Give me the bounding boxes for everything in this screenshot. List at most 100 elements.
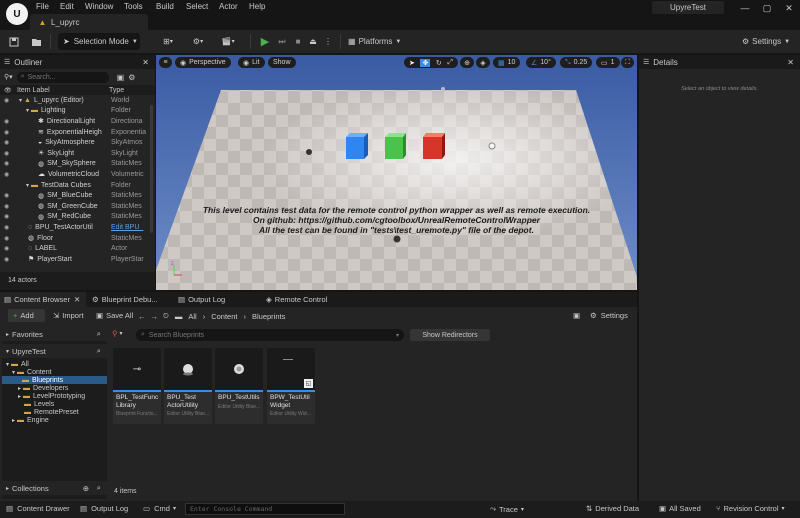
add-folder-icon[interactable]: ▣ [117,73,125,82]
add-button[interactable]: + Add [8,309,45,322]
blueprint-icon[interactable]: ⚙ ▾ [186,33,210,50]
maximize-icon[interactable]: ▢ [756,0,778,16]
eye-icon[interactable]: ◉ [4,256,9,263]
tree-row[interactable]: ◉ ◒ SkyAtmosphere SkyAtmos [0,137,152,148]
world-local-icon[interactable]: ⊕ [460,57,474,68]
tree-row[interactable]: ◉ ◍ SM_GreenCube StaticMes [0,201,152,212]
toolbar-settings-button[interactable]: ⚙ Settings ▼ [742,33,790,50]
tree-row[interactable]: ◉ ◌ LABEL Actor [0,243,152,254]
folder-item[interactable]: ▾ ▬ All [2,360,107,368]
details-tab[interactable]: ☰ Details ✕ [639,55,800,69]
tree-row[interactable]: ◉ ⚑ PlayerStart PlayerStar [0,254,152,265]
pin-icon[interactable]: ▣ [573,311,580,320]
menu-select[interactable]: Select [186,2,208,11]
console-input[interactable]: Enter Console Command [185,503,345,515]
folder-item[interactable]: ▾ ▬ Content [2,368,107,376]
tree-row[interactable]: ◉ ☀ SkyLight SkyLight [0,148,152,159]
level-tab[interactable]: ▲ L_upyrc [30,14,148,30]
rotate-tool-icon[interactable]: ↻ [436,59,442,67]
content-drawer-button[interactable]: ▤ Content Drawer [6,504,70,513]
search-icon[interactable]: ⌕ [97,329,101,339]
save-icon[interactable] [6,33,22,50]
menu-tools[interactable]: Tools [124,2,143,11]
search-icon[interactable]: ⌕ [97,483,101,493]
close-tab-icon[interactable]: ✕ [142,58,149,67]
eye-icon[interactable]: ◉ [4,203,9,210]
save-all-button[interactable]: ▣ Save All [96,311,133,320]
tree-row[interactable]: ◉ ◍ Floor StaticMes [0,233,152,244]
content-folder-icon[interactable] [28,33,44,50]
scale-snap-button[interactable]: ⤡ 0.25 [560,57,593,68]
eye-icon[interactable]: ◉ [4,129,9,136]
asset-tile[interactable]: ◱ BPW_TestUtil Widget Editor Utility Wid… [267,348,315,424]
asset-tile[interactable]: BPU_TestUtils Editor Utility Blue... [215,348,263,424]
menu-edit[interactable]: Edit [60,2,74,11]
trace-button[interactable]: ⤳ Trace ▾ [490,504,524,514]
cmd-dropdown[interactable]: ▭ Cmd ▾ [143,504,176,513]
perspective-button[interactable]: ◉ Perspective [175,57,231,68]
collections-header[interactable]: ▸ Collections ⊕ ⌕ [2,481,107,495]
asset-filter-button[interactable]: ⚲ ▾ [112,329,123,338]
revision-control-button[interactable]: ⑂ Revision Control ▾ [716,504,785,513]
search-icon[interactable]: ⌕ [97,346,101,356]
tree-row[interactable]: ◉ ≋ ExponentialHeigh Exponentia [0,127,152,138]
tree-row[interactable]: ◉ ▾ ▲ L_upyrc (Editor) World [0,95,152,106]
derived-data-button[interactable]: ⇅ Derived Data [586,504,639,513]
viewport-scene[interactable]: z [156,55,637,290]
green-cube[interactable] [385,133,406,159]
folder-item-selected[interactable]: ▬ Blueprints [2,376,107,384]
close-tab-icon[interactable]: ✕ [787,58,794,67]
output-log-button[interactable]: ▤ Output Log [80,504,128,513]
folder-item[interactable]: ▸ ▬ Engine [2,416,107,424]
play-icon[interactable]: ▶ [258,33,272,50]
eye-icon[interactable]: ◉ [4,118,9,125]
tab-content-browser[interactable]: ▤ Content Browser ✕ [0,292,86,307]
back-icon[interactable]: ← [138,312,146,321]
asset-tile[interactable]: ⊸ BPL_TestFunc Library Blueprint Functio… [113,348,161,424]
camera-speed-button[interactable]: ▭ 1 [596,57,620,68]
select-tool-icon[interactable]: ➤ [409,59,415,67]
more-options-icon[interactable]: ⋮ [322,33,334,50]
eye-icon[interactable]: ◉ [4,245,9,252]
history-icon[interactable]: ⏲ [163,311,169,321]
col-item-label[interactable]: Item Label [17,87,50,94]
platforms-dropdown[interactable]: ▦ Platforms ▼ [348,33,401,50]
cinematics-icon[interactable]: 🎬︎ ▾ [216,33,240,50]
tree-row[interactable]: ◉ ☁ VolumetricCloud Volumetric [0,169,152,180]
eject-icon[interactable]: ⏏ [307,33,319,50]
lit-button[interactable]: ◉ Lit [238,57,265,68]
tree-row[interactable]: ◉ ◍ SM_BlueCube StaticMes [0,190,152,201]
add-actor-icon[interactable]: ⊞ ▾ [156,33,180,50]
tree-row[interactable]: ◉ ◍ SM_SkySphere StaticMes [0,159,152,170]
breadcrumb-blueprints[interactable]: Blueprints [252,312,285,321]
menu-window[interactable]: Window [85,2,113,11]
surface-snap-icon[interactable]: ◈ [476,57,490,68]
step-icon[interactable]: ⏭ [276,33,288,50]
show-button[interactable]: Show [268,57,296,68]
folder-item[interactable]: ▸ ▬ LevelPrototyping [2,392,107,400]
folder-icon[interactable]: ▬ [175,312,183,321]
tab-remote-control[interactable]: ◈ Remote Control [266,292,327,307]
eye-icon[interactable]: ◉ [4,150,9,157]
grid-snap-button[interactable]: ▦ 10 [493,57,521,68]
unreal-logo-icon[interactable]: U [6,3,28,25]
import-button[interactable]: ⇲ Import [53,311,84,320]
eye-icon[interactable]: ◉ [4,224,9,231]
filter-icon[interactable]: ⚲▾ [4,73,13,81]
rotation-snap-button[interactable]: ∠ 10° [526,57,556,68]
blue-cube[interactable] [346,133,368,159]
menu-actor[interactable]: Actor [219,2,238,11]
maximize-viewport-icon[interactable]: ⛶ [621,57,634,68]
eye-icon[interactable]: ◉ [4,160,9,167]
tree-row[interactable]: ◉ ◌ BPU_TestActorUtil Edit BPU_ [0,222,152,233]
eye-icon[interactable]: ◉ [4,171,9,178]
scale-tool-icon[interactable]: ⤢ [447,59,453,67]
minimize-icon[interactable]: — [734,0,756,16]
menu-help[interactable]: Help [249,2,265,11]
tab-blueprint-debugger[interactable]: ⚙ Blueprint Debu... [92,292,158,307]
directional-light-gizmo[interactable] [306,149,312,155]
red-cube[interactable] [423,133,445,159]
outliner-search-input[interactable]: ⌕ Search... [16,71,109,83]
sky-gizmo[interactable] [441,87,445,91]
add-collection-icon[interactable]: ⊕ [83,484,89,493]
